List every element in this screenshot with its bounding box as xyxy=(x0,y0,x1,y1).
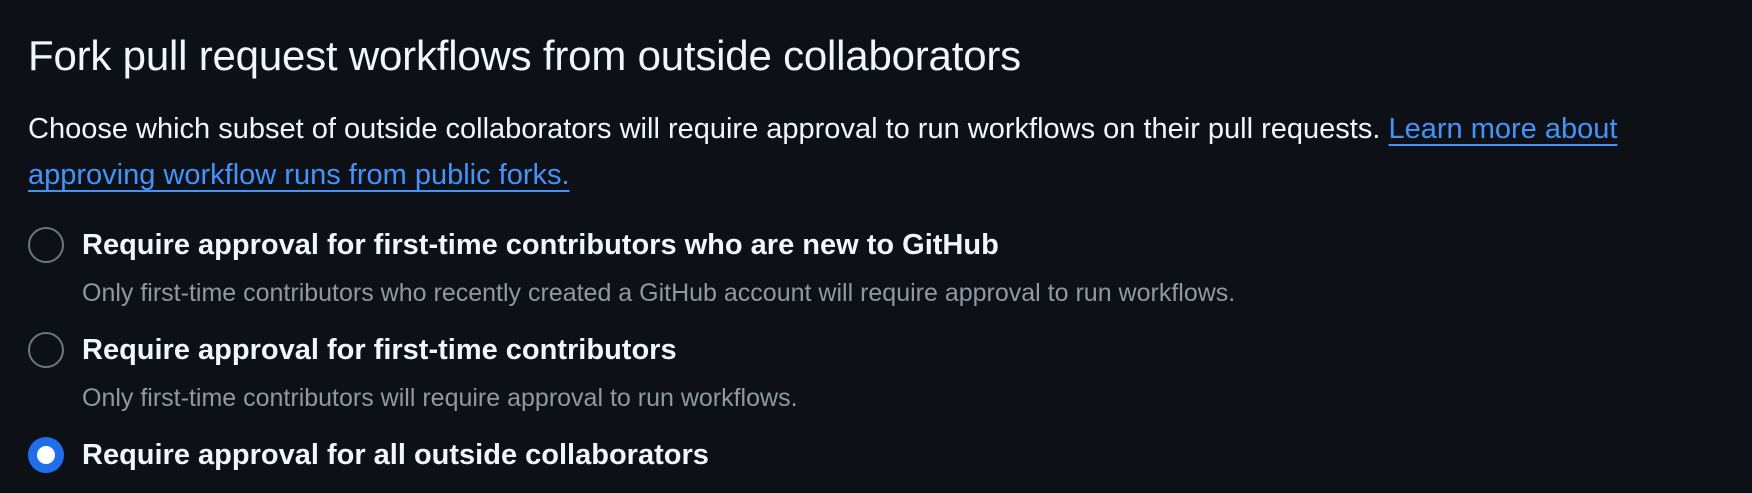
radio-new-to-github[interactable] xyxy=(28,227,64,263)
option-label[interactable]: Require approval for first-time contribu… xyxy=(82,218,1728,272)
radio-first-time-contributors[interactable] xyxy=(28,332,64,368)
option-note: Only first-time contributors will requir… xyxy=(82,384,798,412)
option-first-time-contributors[interactable]: Require approval for first-time contribu… xyxy=(28,323,1728,428)
option-new-to-github[interactable]: Require approval for first-time contribu… xyxy=(28,218,1728,323)
option-all-outside-collaborators[interactable]: Require approval for all outside collabo… xyxy=(28,428,1728,484)
option-label[interactable]: Require approval for all outside collabo… xyxy=(82,428,1728,482)
approval-options: Require approval for first-time contribu… xyxy=(28,218,1728,484)
section-title: Fork pull request workflows from outside… xyxy=(28,32,1021,79)
fork-pr-workflows-section: Fork pull request workflows from outside… xyxy=(28,26,1728,484)
section-description: Choose which subset of outside collabora… xyxy=(28,106,1728,198)
option-label[interactable]: Require approval for first-time contribu… xyxy=(82,323,1728,377)
description-text: Choose which subset of outside collabora… xyxy=(28,113,1381,145)
option-note: Only first-time contributors who recentl… xyxy=(82,279,1236,307)
radio-all-outside-collaborators[interactable] xyxy=(28,437,64,473)
